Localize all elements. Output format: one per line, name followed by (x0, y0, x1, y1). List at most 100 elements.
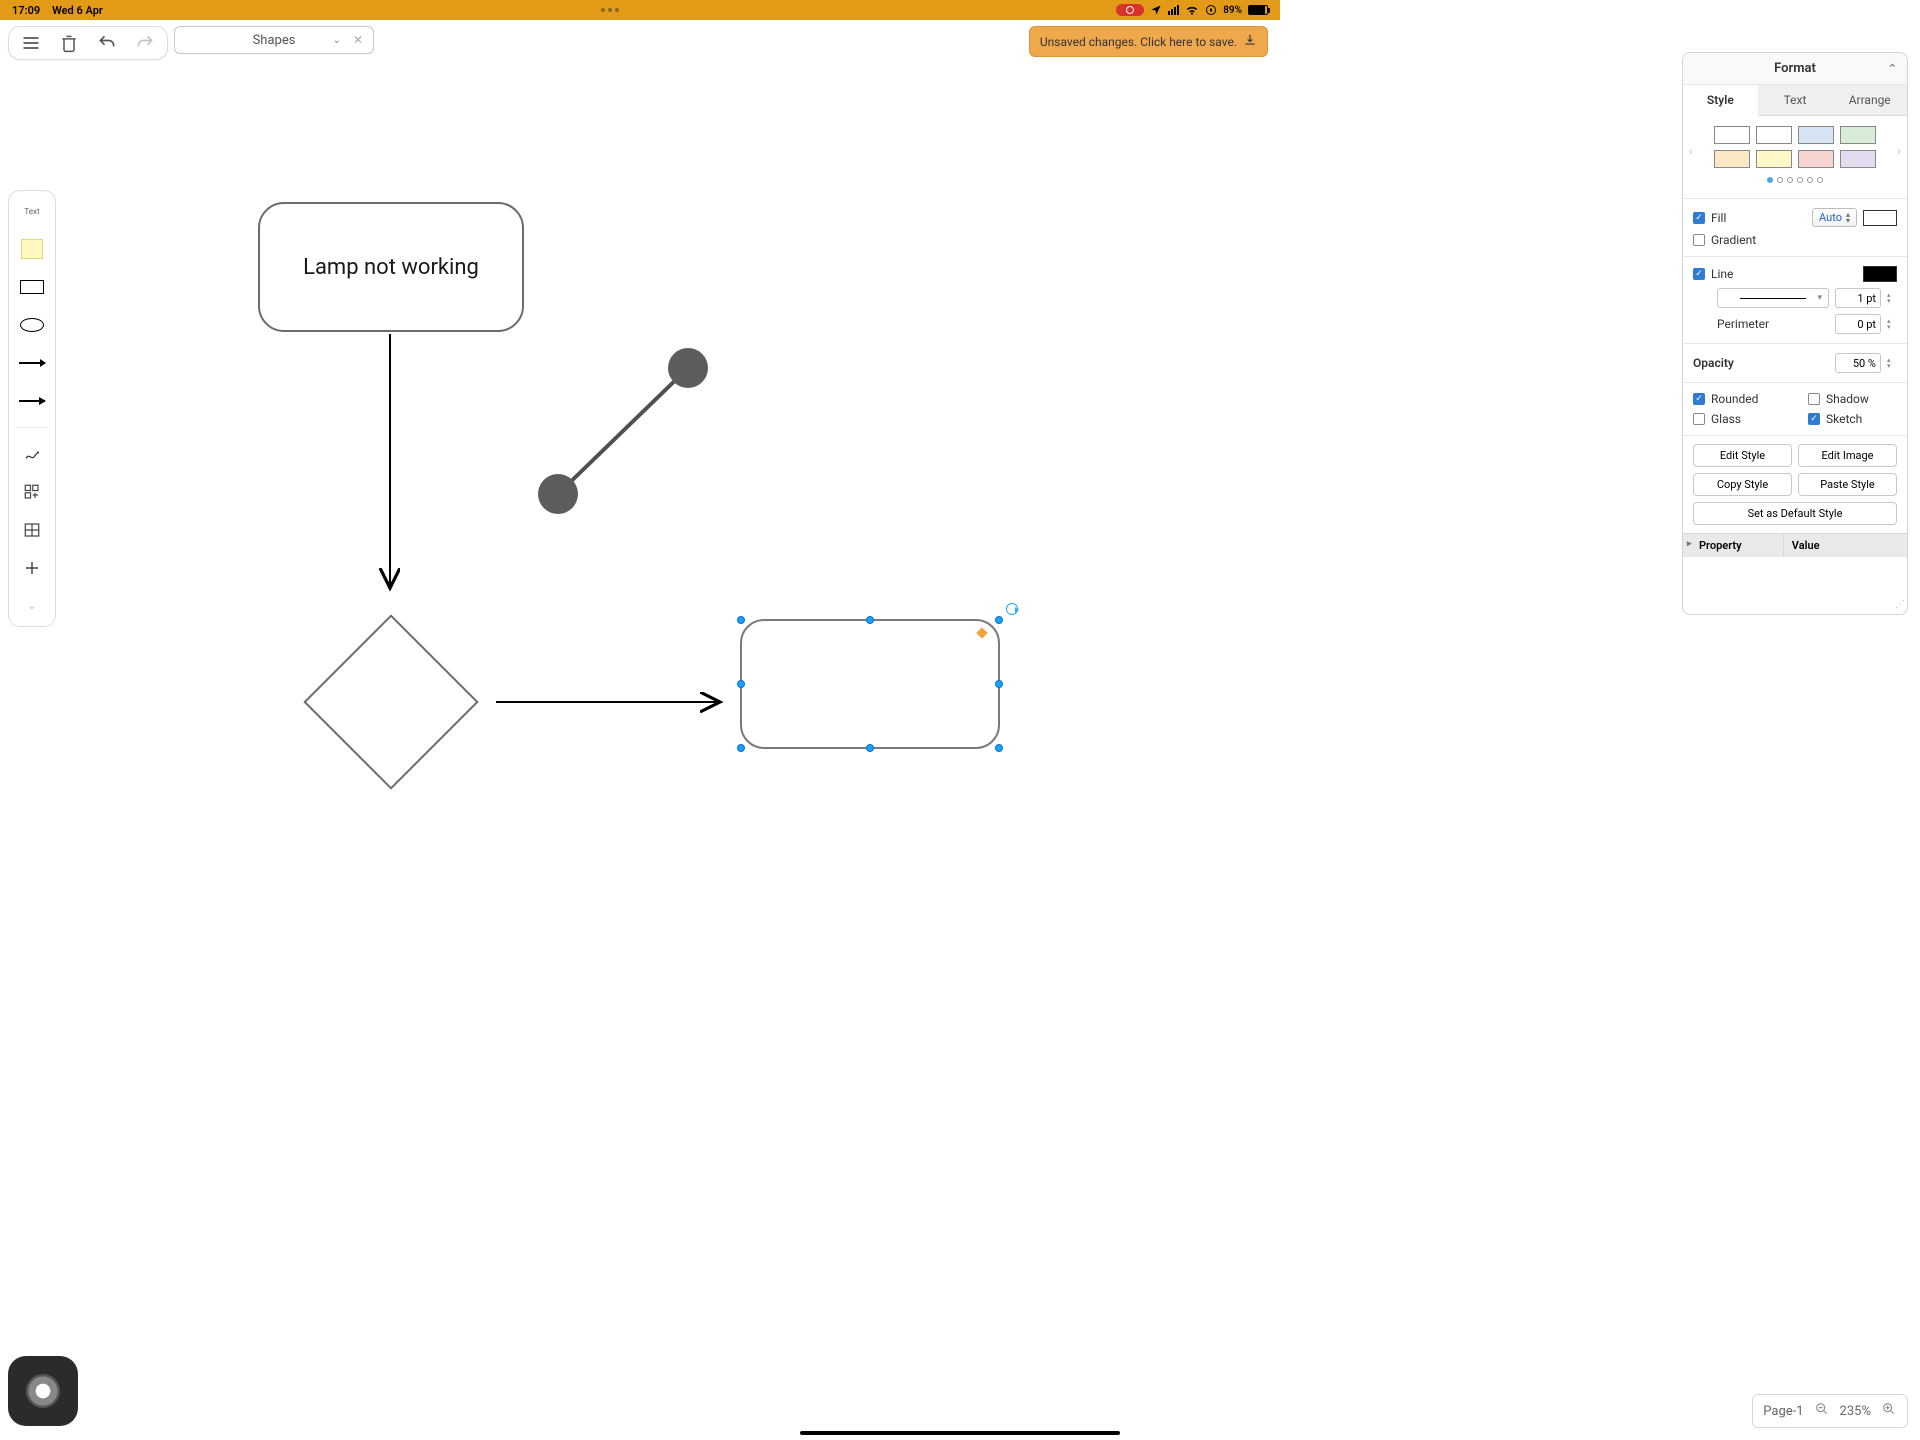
line-label: Line (1711, 267, 1781, 281)
shape-lamp-rect[interactable]: Lamp not working (258, 202, 524, 332)
status-date: Wed 6 Apr (52, 4, 103, 17)
palette-swatch[interactable] (1840, 126, 1876, 144)
gradient-checkbox[interactable] (1693, 234, 1705, 246)
orientation-lock-icon (1205, 4, 1217, 16)
resize-grip-icon[interactable]: ⋰ (1683, 597, 1907, 614)
free-line-endpoint (538, 474, 578, 514)
edit-image-button[interactable]: Edit Image (1798, 444, 1897, 467)
palette-swatch[interactable] (1756, 150, 1792, 168)
resize-handle[interactable] (737, 744, 745, 752)
stepper-icon[interactable]: ▴▾ (1887, 318, 1897, 330)
stepper-icon[interactable]: ▴▾ (1887, 292, 1897, 304)
zoom-out-icon[interactable] (1814, 1401, 1830, 1421)
resize-handle[interactable] (866, 744, 874, 752)
palette-swatch[interactable] (1756, 126, 1792, 144)
home-indicator[interactable] (800, 1431, 1120, 1435)
canvas-overlay (0, 66, 1280, 966)
save-changes-button[interactable]: Unsaved changes. Click here to save. (1029, 26, 1268, 57)
recording-indicator-icon[interactable] (1116, 4, 1144, 16)
rounded-checkbox[interactable]: ✓ (1693, 393, 1705, 405)
shapes-dropdown[interactable]: Shapes ⌄ ✕ (174, 26, 374, 54)
fill-label: Fill (1711, 211, 1806, 225)
zoom-bar: Page-1 235% (1752, 1394, 1908, 1428)
perimeter-input[interactable]: 0 pt (1835, 314, 1881, 334)
style-anchor-icon[interactable] (976, 627, 987, 638)
glass-checkbox[interactable] (1693, 413, 1705, 425)
battery-icon (1248, 5, 1268, 15)
location-icon (1150, 4, 1162, 16)
palette-section: ‹ › (1683, 116, 1907, 198)
tab-text[interactable]: Text (1758, 85, 1833, 116)
edit-style-button[interactable]: Edit Style (1693, 444, 1792, 467)
zoom-level[interactable]: 235% (1840, 1404, 1871, 1419)
perimeter-label: Perimeter (1717, 317, 1829, 331)
cellular-icon (1168, 5, 1179, 15)
property-table-header[interactable]: Property Value (1683, 533, 1907, 557)
opacity-label: Opacity (1693, 356, 1829, 370)
shape-decision-diamond[interactable] (303, 614, 479, 790)
resize-handle[interactable] (995, 744, 1003, 752)
page-label[interactable]: Page-1 (1763, 1404, 1803, 1419)
copy-style-button[interactable]: Copy Style (1693, 473, 1792, 496)
line-width-input[interactable]: 1 pt (1835, 288, 1881, 308)
fill-checkbox[interactable]: ✓ (1693, 212, 1705, 224)
value-col: Value (1784, 534, 1907, 557)
delete-icon[interactable] (59, 33, 79, 53)
rotate-handle-icon[interactable] (1006, 603, 1018, 615)
shadow-label: Shadow (1826, 392, 1897, 406)
sketch-checkbox[interactable]: ✓ (1808, 413, 1820, 425)
line-color-swatch[interactable] (1863, 266, 1897, 282)
resize-handle[interactable] (995, 616, 1003, 624)
opacity-input[interactable]: 50 % (1835, 353, 1881, 373)
tab-style[interactable]: Style (1683, 85, 1758, 116)
fill-color-swatch[interactable] (1863, 210, 1897, 226)
main-tool-pod (8, 26, 168, 60)
shapes-label: Shapes (253, 33, 296, 48)
free-line-endpoint (668, 348, 708, 388)
palette-swatch[interactable] (1798, 126, 1834, 144)
glass-label: Glass (1711, 412, 1782, 426)
chevron-down-icon: ⌄ (333, 35, 341, 46)
close-icon[interactable]: ✕ (353, 33, 363, 47)
set-default-style-button[interactable]: Set as Default Style (1693, 502, 1897, 525)
free-line (558, 368, 688, 494)
resize-handle[interactable] (995, 680, 1003, 688)
tab-arrange[interactable]: Arrange (1832, 85, 1907, 116)
paste-style-button[interactable]: Paste Style (1798, 473, 1897, 496)
gradient-label: Gradient (1711, 233, 1897, 247)
diagram-canvas[interactable]: Lamp not working (0, 66, 1920, 1440)
wifi-icon (1185, 3, 1199, 17)
palette-swatch[interactable] (1840, 150, 1876, 168)
format-header[interactable]: Format ⌃ (1683, 53, 1907, 85)
fill-mode-select[interactable]: Auto ▴▾ (1812, 208, 1857, 227)
save-label: Unsaved changes. Click here to save. (1040, 35, 1237, 49)
stepper-icon[interactable]: ▴▾ (1887, 357, 1897, 369)
zoom-in-icon[interactable] (1881, 1401, 1897, 1421)
palette-swatch[interactable] (1714, 150, 1750, 168)
chevron-up-icon: ⌃ (1888, 62, 1897, 75)
shadow-checkbox[interactable] (1808, 393, 1820, 405)
ios-status-bar: 17:09 Wed 6 Apr 89% (0, 0, 1280, 20)
format-tabs: Style Text Arrange (1683, 85, 1907, 116)
line-checkbox[interactable]: ✓ (1693, 268, 1705, 280)
redo-icon[interactable] (135, 33, 155, 53)
menu-icon[interactable] (21, 33, 41, 53)
resize-handle[interactable] (737, 680, 745, 688)
undo-icon[interactable] (97, 33, 117, 53)
shape-lamp-text: Lamp not working (303, 255, 479, 280)
resize-handle[interactable] (737, 616, 745, 624)
line-style-select[interactable] (1717, 288, 1829, 308)
format-title: Format (1774, 61, 1816, 76)
download-icon (1243, 33, 1257, 50)
palette-page-dots[interactable] (1683, 168, 1907, 194)
assistive-touch-icon[interactable] (8, 1356, 78, 1426)
palette-prev-icon[interactable]: ‹ (1689, 144, 1693, 158)
palette-swatch[interactable] (1798, 150, 1834, 168)
shape-selected-rect[interactable] (740, 619, 1000, 749)
format-panel: Format ⌃ Style Text Arrange ‹ › ✓ Fill A… (1682, 52, 1908, 615)
palette-swatch[interactable] (1714, 126, 1750, 144)
palette-next-icon[interactable]: › (1897, 144, 1901, 158)
resize-handle[interactable] (866, 616, 874, 624)
status-time: 17:09 (12, 4, 40, 17)
multitask-dots-icon[interactable] (103, 8, 1116, 12)
